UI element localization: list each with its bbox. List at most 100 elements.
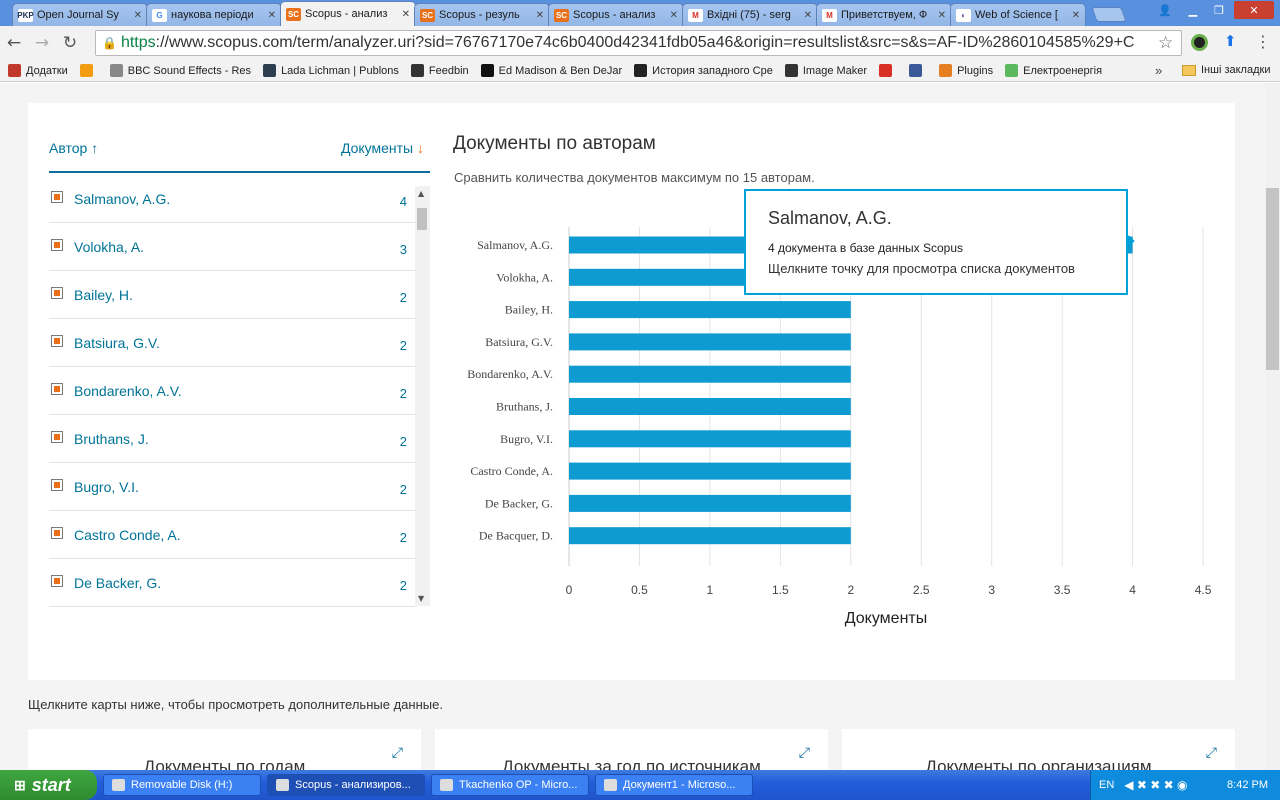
apps-icon xyxy=(8,64,21,77)
chart-bar[interactable] xyxy=(569,301,851,319)
tab-label: Open Journal Sy xyxy=(37,9,119,21)
tab-favicon-icon: SC xyxy=(286,7,301,21)
chart-bar[interactable] xyxy=(569,333,851,351)
forward-button[interactable]: → xyxy=(28,33,56,53)
extension-arrow-icon[interactable]: ⬆ xyxy=(1224,32,1237,50)
tab-close-icon[interactable]: ✕ xyxy=(402,9,410,20)
address-bar[interactable]: 🔒 https://www.scopus.com/term/analyzer.u… xyxy=(95,30,1182,56)
new-tab-button[interactable] xyxy=(1091,7,1127,22)
taskbar-button[interactable]: Removable Disk (H:) xyxy=(103,774,261,796)
chart-bar[interactable] xyxy=(569,527,851,545)
taskbar-items: Removable Disk (H:) Scopus - анализиров..… xyxy=(97,774,753,796)
start-button[interactable]: ⊞ start xyxy=(0,770,97,800)
menu-icon[interactable]: ⋮ xyxy=(1255,32,1271,51)
x-tick-label: 4.5 xyxy=(1195,583,1212,597)
card-docs-by-source[interactable]: ⤢ Документы за год по источникам xyxy=(435,729,828,770)
bookmark-item[interactable]: Ed Madison & Ben DeJar xyxy=(480,64,623,77)
tab-close-icon[interactable]: ✕ xyxy=(134,10,142,21)
medium-icon xyxy=(480,64,494,77)
bookmark-label: Feedbin xyxy=(428,64,469,77)
taskbar-label: Removable Disk (H:) xyxy=(131,779,233,791)
taskbar-button[interactable]: Tkachenko OP - Micro... xyxy=(431,774,589,796)
facebook-icon xyxy=(909,64,923,77)
tab-favicon-icon: SC xyxy=(420,8,435,22)
card-title: Документы за год по источникам xyxy=(502,757,761,770)
browser-tab[interactable]: SC Scopus - резуль ✕ xyxy=(414,3,550,26)
star-icon[interactable]: ☆ xyxy=(1158,33,1173,53)
tab-close-icon[interactable]: ✕ xyxy=(536,10,544,21)
tab-close-icon[interactable]: ✕ xyxy=(804,10,812,21)
bookmark-item[interactable]: Plugins xyxy=(939,64,993,77)
other-bookmarks[interactable]: Інші закладки xyxy=(1182,64,1270,76)
chart-bar[interactable] xyxy=(569,494,851,512)
language-indicator[interactable]: EN xyxy=(1099,779,1114,791)
bookmark-item[interactable]: Електроенергія xyxy=(1005,64,1102,77)
tab-favicon-icon: G xyxy=(152,8,167,22)
y-category-label: Bondarenko, A.V. xyxy=(467,367,553,381)
browser-tab[interactable]: SC Scopus - анализ ✕ xyxy=(548,3,684,26)
bookmark-item[interactable]: Image Maker xyxy=(784,64,867,77)
bookmark-item[interactable]: Lada Lichman | Publons xyxy=(263,64,399,77)
chart-bar[interactable] xyxy=(569,430,851,448)
page-scroll-thumb[interactable] xyxy=(1266,188,1279,370)
bookmark-item[interactable] xyxy=(79,64,98,77)
cards-hint: Щелкните карты ниже, чтобы просмотреть д… xyxy=(28,697,443,712)
browser-tab[interactable]: ◐ Web of Science [✕ xyxy=(950,3,1086,26)
chart-bar[interactable] xyxy=(569,462,851,480)
browser-tab[interactable]: PKP Open Journal Sy ✕ xyxy=(12,3,148,26)
bookmark-item[interactable]: История западного Сре xyxy=(634,64,773,77)
x-tick-label: 0 xyxy=(566,583,573,597)
bookmarks-overflow-icon[interactable]: » xyxy=(1155,63,1162,78)
chart-bar[interactable] xyxy=(569,365,851,383)
y-category-label: Bruthans, J. xyxy=(496,400,553,414)
bookmarks-bar: Додатки BBC Sound Effects - Res Lada Lichm… xyxy=(0,60,1280,82)
reload-button[interactable]: ↻ xyxy=(56,33,84,53)
browser-tab[interactable]: M Приветствуем, Ф ✕ xyxy=(816,3,952,26)
tray-icons[interactable]: ◀ ✖ ✖ ✖ ◉ xyxy=(1124,778,1187,792)
window-icon xyxy=(604,779,617,791)
bookmark-item[interactable]: Feedbin xyxy=(410,64,469,77)
circle-icon xyxy=(79,64,93,77)
browser-tab[interactable]: SC Scopus - анализ ✕ xyxy=(280,1,416,26)
bookmark-item[interactable] xyxy=(909,64,927,77)
bookmark-item[interactable] xyxy=(879,64,897,77)
y-category-label: Volokha, A. xyxy=(496,270,553,284)
tab-label: Scopus - анализ xyxy=(573,9,656,21)
x-tick-label: 0.5 xyxy=(631,583,648,597)
page-scrollbar[interactable] xyxy=(1265,83,1280,770)
window-icon xyxy=(112,779,125,791)
taskbar-button[interactable]: Scopus - анализиров... xyxy=(267,774,425,796)
other-bookmarks-label: Інші закладки xyxy=(1201,64,1271,76)
back-button[interactable]: ← xyxy=(0,33,28,53)
browser-tab[interactable]: M Вхідні (75) - serg ✕ xyxy=(682,3,818,26)
y-category-label: De Backer, G. xyxy=(485,496,553,510)
tab-close-icon[interactable]: ✕ xyxy=(1072,10,1080,21)
bookmark-label: История западного Сре xyxy=(652,64,773,77)
maximize-button[interactable]: ❐ xyxy=(1206,1,1232,19)
bookmark-item[interactable]: BBC Sound Effects - Res xyxy=(109,64,251,77)
tab-close-icon[interactable]: ✕ xyxy=(670,10,678,21)
tab-favicon-icon: M xyxy=(688,8,703,22)
y-category-label: Bugro, V.I. xyxy=(500,432,553,446)
tab-close-icon[interactable]: ✕ xyxy=(268,10,276,21)
extension-icon[interactable] xyxy=(1191,34,1208,51)
card-docs-by-affiliation[interactable]: ⤢ Документы по организациям xyxy=(842,729,1235,770)
browser-tab[interactable]: Gнаукова періоди ✕ xyxy=(146,3,282,26)
taskbar-button[interactable]: Документ1 - Microso... xyxy=(595,774,753,796)
close-window-button[interactable]: ✕ xyxy=(1234,1,1274,19)
leaf-icon xyxy=(1005,64,1019,77)
bookmark-label: Lada Lichman | Publons xyxy=(281,64,399,77)
windows-logo-icon: ⊞ xyxy=(14,776,26,793)
url-text: ://www.scopus.com/term/analyzer.uri?sid=… xyxy=(155,34,1135,51)
bookmark-label: Ed Madison & Ben DeJar xyxy=(498,64,623,77)
tab-close-icon[interactable]: ✕ xyxy=(938,10,946,21)
taskbar: ⊞ start Removable Disk (H:) Scopus - анали… xyxy=(0,770,1280,800)
minimize-button[interactable]: ▁ xyxy=(1180,1,1206,19)
y-category-label: De Bacquer, D. xyxy=(479,529,553,543)
user-icon[interactable]: 👤 xyxy=(1152,1,1178,19)
chart-bar[interactable] xyxy=(569,398,851,415)
card-docs-by-year[interactable]: ⤢ Документы по годам xyxy=(28,729,421,770)
url-scheme: https xyxy=(120,34,156,51)
publons-icon xyxy=(263,64,277,77)
bookmark-item[interactable]: Додатки xyxy=(8,64,68,77)
